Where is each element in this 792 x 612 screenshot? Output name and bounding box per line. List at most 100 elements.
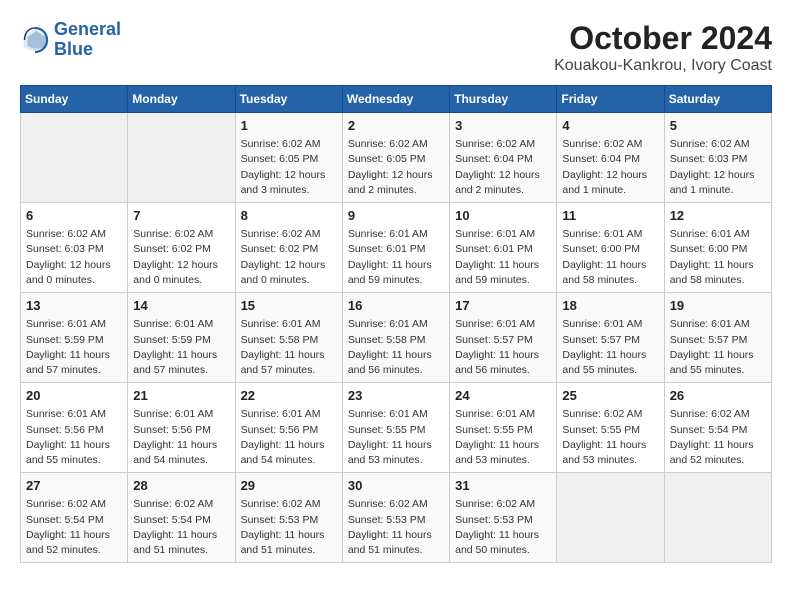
week-row-3: 13 Sunrise: 6:01 AM Sunset: 5:59 PM Dayli… (21, 293, 772, 383)
day-info: Sunrise: 6:01 AM Sunset: 5:56 PM Dayligh… (26, 407, 122, 468)
day-info: Sunrise: 6:02 AM Sunset: 6:03 PM Dayligh… (670, 137, 766, 198)
day-cell: 22Sunrise: 6:01 AM Sunset: 5:56 PM Dayli… (235, 383, 342, 473)
day-cell: 8 Sunrise: 6:02 AM Sunset: 6:02 PM Daylig… (235, 203, 342, 293)
day-info: Sunrise: 6:01 AM Sunset: 5:58 PM Dayligh… (348, 317, 444, 378)
weekday-header-thursday: Thursday (450, 86, 557, 113)
day-info: Sunrise: 6:02 AM Sunset: 6:04 PM Dayligh… (562, 137, 658, 198)
day-cell: 19Sunrise: 6:01 AM Sunset: 5:57 PM Dayli… (664, 293, 771, 383)
day-number: 3 (455, 117, 551, 135)
day-cell: 18 Sunrise: 6:01 AM Sunset: 5:57 PM Dayli… (557, 293, 664, 383)
week-row-2: 6Sunrise: 6:02 AM Sunset: 6:03 PM Daylig… (21, 203, 772, 293)
day-cell: 29 Sunrise: 6:02 AM Sunset: 5:53 PM Dayli… (235, 473, 342, 563)
day-cell: 31 Sunrise: 6:02 AM Sunset: 5:53 PM Dayli… (450, 473, 557, 563)
day-number: 25 (562, 387, 658, 405)
day-info: Sunrise: 6:02 AM Sunset: 6:02 PM Dayligh… (241, 227, 337, 288)
day-number: 15 (241, 297, 337, 315)
day-info: Sunrise: 6:01 AM Sunset: 5:57 PM Dayligh… (562, 317, 658, 378)
day-number: 24 (455, 387, 551, 405)
day-number: 18 (562, 297, 658, 315)
calendar-table: SundayMondayTuesdayWednesdayThursdayFrid… (20, 85, 772, 563)
day-info: Sunrise: 6:02 AM Sunset: 5:54 PM Dayligh… (133, 497, 229, 558)
day-number: 12 (670, 207, 766, 225)
day-info: Sunrise: 6:02 AM Sunset: 5:53 PM Dayligh… (348, 497, 444, 558)
day-info: Sunrise: 6:02 AM Sunset: 5:54 PM Dayligh… (670, 407, 766, 468)
day-info: Sunrise: 6:01 AM Sunset: 5:57 PM Dayligh… (455, 317, 551, 378)
week-row-4: 20 Sunrise: 6:01 AM Sunset: 5:56 PM Dayli… (21, 383, 772, 473)
day-number: 4 (562, 117, 658, 135)
day-number: 26 (670, 387, 766, 405)
weekday-header-friday: Friday (557, 86, 664, 113)
day-cell: 12 Sunrise: 6:01 AM Sunset: 6:00 PM Dayli… (664, 203, 771, 293)
weekday-header-saturday: Saturday (664, 86, 771, 113)
day-number: 11 (562, 207, 658, 225)
day-number: 2 (348, 117, 444, 135)
day-info: Sunrise: 6:01 AM Sunset: 5:59 PM Dayligh… (133, 317, 229, 378)
day-cell: 9Sunrise: 6:01 AM Sunset: 6:01 PM Daylig… (342, 203, 449, 293)
day-cell: 27Sunrise: 6:02 AM Sunset: 5:54 PM Dayli… (21, 473, 128, 563)
day-cell: 20 Sunrise: 6:01 AM Sunset: 5:56 PM Dayli… (21, 383, 128, 473)
day-cell: 30 Sunrise: 6:02 AM Sunset: 5:53 PM Dayli… (342, 473, 449, 563)
location: Kouakou-Kankrou, Ivory Coast (554, 57, 772, 75)
day-number: 21 (133, 387, 229, 405)
day-info: Sunrise: 6:02 AM Sunset: 6:04 PM Dayligh… (455, 137, 551, 198)
day-info: Sunrise: 6:01 AM Sunset: 5:59 PM Dayligh… (26, 317, 122, 378)
day-number: 16 (348, 297, 444, 315)
weekday-header-tuesday: Tuesday (235, 86, 342, 113)
day-number: 10 (455, 207, 551, 225)
week-row-1: 1Sunrise: 6:02 AM Sunset: 6:05 PM Daylig… (21, 113, 772, 203)
day-cell: 7 Sunrise: 6:02 AM Sunset: 6:02 PM Daylig… (128, 203, 235, 293)
day-number: 1 (241, 117, 337, 135)
day-number: 28 (133, 477, 229, 495)
day-cell: 4 Sunrise: 6:02 AM Sunset: 6:04 PM Daylig… (557, 113, 664, 203)
day-number: 20 (26, 387, 122, 405)
day-info: Sunrise: 6:01 AM Sunset: 6:00 PM Dayligh… (562, 227, 658, 288)
day-cell: 10 Sunrise: 6:01 AM Sunset: 6:01 PM Dayli… (450, 203, 557, 293)
day-cell: 21Sunrise: 6:01 AM Sunset: 5:56 PM Dayli… (128, 383, 235, 473)
page-header: General Blue October 2024 Kouakou-Kankro… (20, 20, 772, 75)
day-info: Sunrise: 6:01 AM Sunset: 5:55 PM Dayligh… (455, 407, 551, 468)
logo-text: General Blue (54, 20, 121, 60)
day-number: 8 (241, 207, 337, 225)
weekday-header-wednesday: Wednesday (342, 86, 449, 113)
day-cell: 17 Sunrise: 6:01 AM Sunset: 5:57 PM Dayli… (450, 293, 557, 383)
day-cell: 16 Sunrise: 6:01 AM Sunset: 5:58 PM Dayli… (342, 293, 449, 383)
day-number: 7 (133, 207, 229, 225)
day-number: 14 (133, 297, 229, 315)
day-cell: 24 Sunrise: 6:01 AM Sunset: 5:55 PM Dayli… (450, 383, 557, 473)
day-cell: 1Sunrise: 6:02 AM Sunset: 6:05 PM Daylig… (235, 113, 342, 203)
weekday-header-row: SundayMondayTuesdayWednesdayThursdayFrid… (21, 86, 772, 113)
day-cell (557, 473, 664, 563)
day-number: 23 (348, 387, 444, 405)
day-number: 13 (26, 297, 122, 315)
day-cell: 11 Sunrise: 6:01 AM Sunset: 6:00 PM Dayli… (557, 203, 664, 293)
day-info: Sunrise: 6:01 AM Sunset: 6:00 PM Dayligh… (670, 227, 766, 288)
day-cell (664, 473, 771, 563)
day-info: Sunrise: 6:01 AM Sunset: 5:56 PM Dayligh… (241, 407, 337, 468)
day-number: 29 (241, 477, 337, 495)
day-number: 27 (26, 477, 122, 495)
day-cell: 2Sunrise: 6:02 AM Sunset: 6:05 PM Daylig… (342, 113, 449, 203)
day-cell: 5Sunrise: 6:02 AM Sunset: 6:03 PM Daylig… (664, 113, 771, 203)
day-cell: 26 Sunrise: 6:02 AM Sunset: 5:54 PM Dayli… (664, 383, 771, 473)
weekday-header-sunday: Sunday (21, 86, 128, 113)
day-info: Sunrise: 6:01 AM Sunset: 5:58 PM Dayligh… (241, 317, 337, 378)
title-area: October 2024 Kouakou-Kankrou, Ivory Coas… (554, 20, 772, 75)
day-cell: 23Sunrise: 6:01 AM Sunset: 5:55 PM Dayli… (342, 383, 449, 473)
day-number: 17 (455, 297, 551, 315)
day-cell: 25 Sunrise: 6:02 AM Sunset: 5:55 PM Dayli… (557, 383, 664, 473)
day-info: Sunrise: 6:02 AM Sunset: 5:55 PM Dayligh… (562, 407, 658, 468)
day-cell: 13 Sunrise: 6:01 AM Sunset: 5:59 PM Dayli… (21, 293, 128, 383)
day-cell: 3 Sunrise: 6:02 AM Sunset: 6:04 PM Daylig… (450, 113, 557, 203)
day-cell: 6Sunrise: 6:02 AM Sunset: 6:03 PM Daylig… (21, 203, 128, 293)
day-info: Sunrise: 6:02 AM Sunset: 5:53 PM Dayligh… (241, 497, 337, 558)
logo: General Blue (20, 20, 121, 60)
day-info: Sunrise: 6:02 AM Sunset: 6:03 PM Dayligh… (26, 227, 122, 288)
day-info: Sunrise: 6:02 AM Sunset: 6:02 PM Dayligh… (133, 227, 229, 288)
day-number: 31 (455, 477, 551, 495)
week-row-5: 27 Sunrise: 6:02 AM Sunset: 5:54 PM Dayli… (21, 473, 772, 563)
day-number: 30 (348, 477, 444, 495)
weekday-header-monday: Monday (128, 86, 235, 113)
day-cell: 15 Sunrise: 6:01 AM Sunset: 5:58 PM Dayli… (235, 293, 342, 383)
day-info: Sunrise: 6:02 AM Sunset: 5:53 PM Dayligh… (455, 497, 551, 558)
day-info: Sunrise: 6:01 AM Sunset: 6:01 PM Dayligh… (455, 227, 551, 288)
